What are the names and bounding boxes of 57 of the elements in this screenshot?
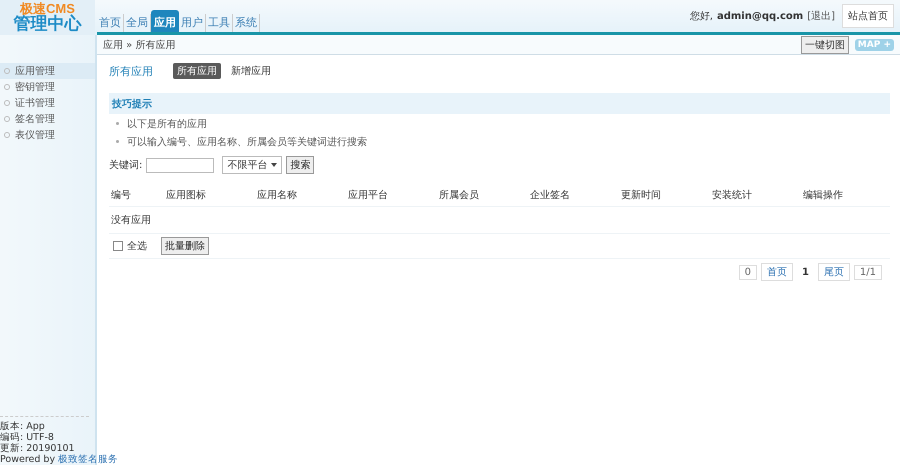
sidebar-item[interactable]: 表仪管理: [0, 127, 95, 143]
column-header: 更新时间: [620, 188, 662, 202]
page-count: 0: [738, 264, 757, 280]
current-page: 1: [800, 266, 810, 278]
nav-tab[interactable]: 应用: [151, 10, 179, 32]
column-header: 应用名称: [256, 188, 298, 202]
keyword-field[interactable]: [146, 158, 214, 172]
nav-tab[interactable]: 用户: [179, 14, 206, 32]
tip-text: 可以输入编号、应用名称、所属会员等关键词进行搜索: [127, 136, 367, 148]
page-count: 1/1: [854, 264, 882, 280]
caret-icon: [271, 163, 278, 167]
column-header: 所属会员: [438, 188, 480, 202]
page-link[interactable]: 尾页: [818, 263, 850, 281]
column-header: 安装统计: [711, 188, 753, 202]
sidebar-item[interactable]: 应用管理: [0, 63, 95, 79]
powered-by-text: Powered by: [0, 454, 56, 465]
column-header: 编号: [110, 188, 132, 202]
circle-icon: [4, 68, 10, 74]
version-info: 版本: App: [0, 421, 46, 432]
checkbox-label: 全选: [127, 240, 147, 253]
circle-icon: [4, 84, 10, 90]
column-header: 应用图标: [165, 188, 207, 202]
platform-select[interactable]: 不限平台: [222, 156, 282, 174]
sub-tab[interactable]: 所有应用: [173, 63, 221, 79]
user-name: admin@qq.com: [716, 10, 804, 22]
tips-title: 技巧提示: [112, 98, 152, 110]
column-header: 编辑操作: [802, 188, 844, 202]
version-info: 更新: 20190101: [0, 443, 76, 454]
circle-icon: [4, 132, 10, 138]
page-title: 所有应用: [109, 64, 153, 78]
search-button[interactable]: 搜索: [286, 156, 314, 174]
breadcrumb: 应用 » 所有应用: [103, 38, 176, 52]
greeting-text: 您好,: [690, 10, 713, 23]
version-info: 编码: UTF-8: [0, 432, 55, 443]
nav-tab[interactable]: 系统: [233, 14, 260, 32]
nav-tab[interactable]: 工具: [206, 14, 233, 32]
sub-tab[interactable]: 新增应用: [227, 63, 275, 79]
logout-link[interactable]: [退出]: [807, 9, 835, 23]
nav-tab[interactable]: 首页: [97, 14, 124, 32]
bullet-icon: [116, 140, 119, 143]
bullet-icon: [116, 122, 119, 125]
sidebar-item[interactable]: 证书管理: [0, 95, 95, 111]
page-link[interactable]: 首页: [760, 263, 793, 281]
circle-icon: [4, 100, 10, 106]
column-header: 企业签名: [529, 188, 571, 202]
toolbar-button[interactable]: 一键切图: [800, 36, 849, 54]
empty-message: 没有应用: [110, 214, 151, 227]
powered-by-link[interactable]: 极致签名服务: [58, 454, 118, 465]
checkbox[interactable]: [113, 241, 123, 251]
batch-delete-button[interactable]: 批量删除: [161, 237, 209, 255]
sidebar-item[interactable]: 签名管理: [0, 111, 95, 127]
tip-text: 以下是所有的应用: [127, 118, 207, 130]
circle-icon: [4, 116, 10, 122]
sidebar-item[interactable]: 密钥管理: [0, 79, 95, 95]
column-header: 应用平台: [347, 188, 389, 202]
site-home-button[interactable]: 站点首页: [842, 4, 894, 28]
keyword-label: 关键词:: [109, 158, 142, 172]
